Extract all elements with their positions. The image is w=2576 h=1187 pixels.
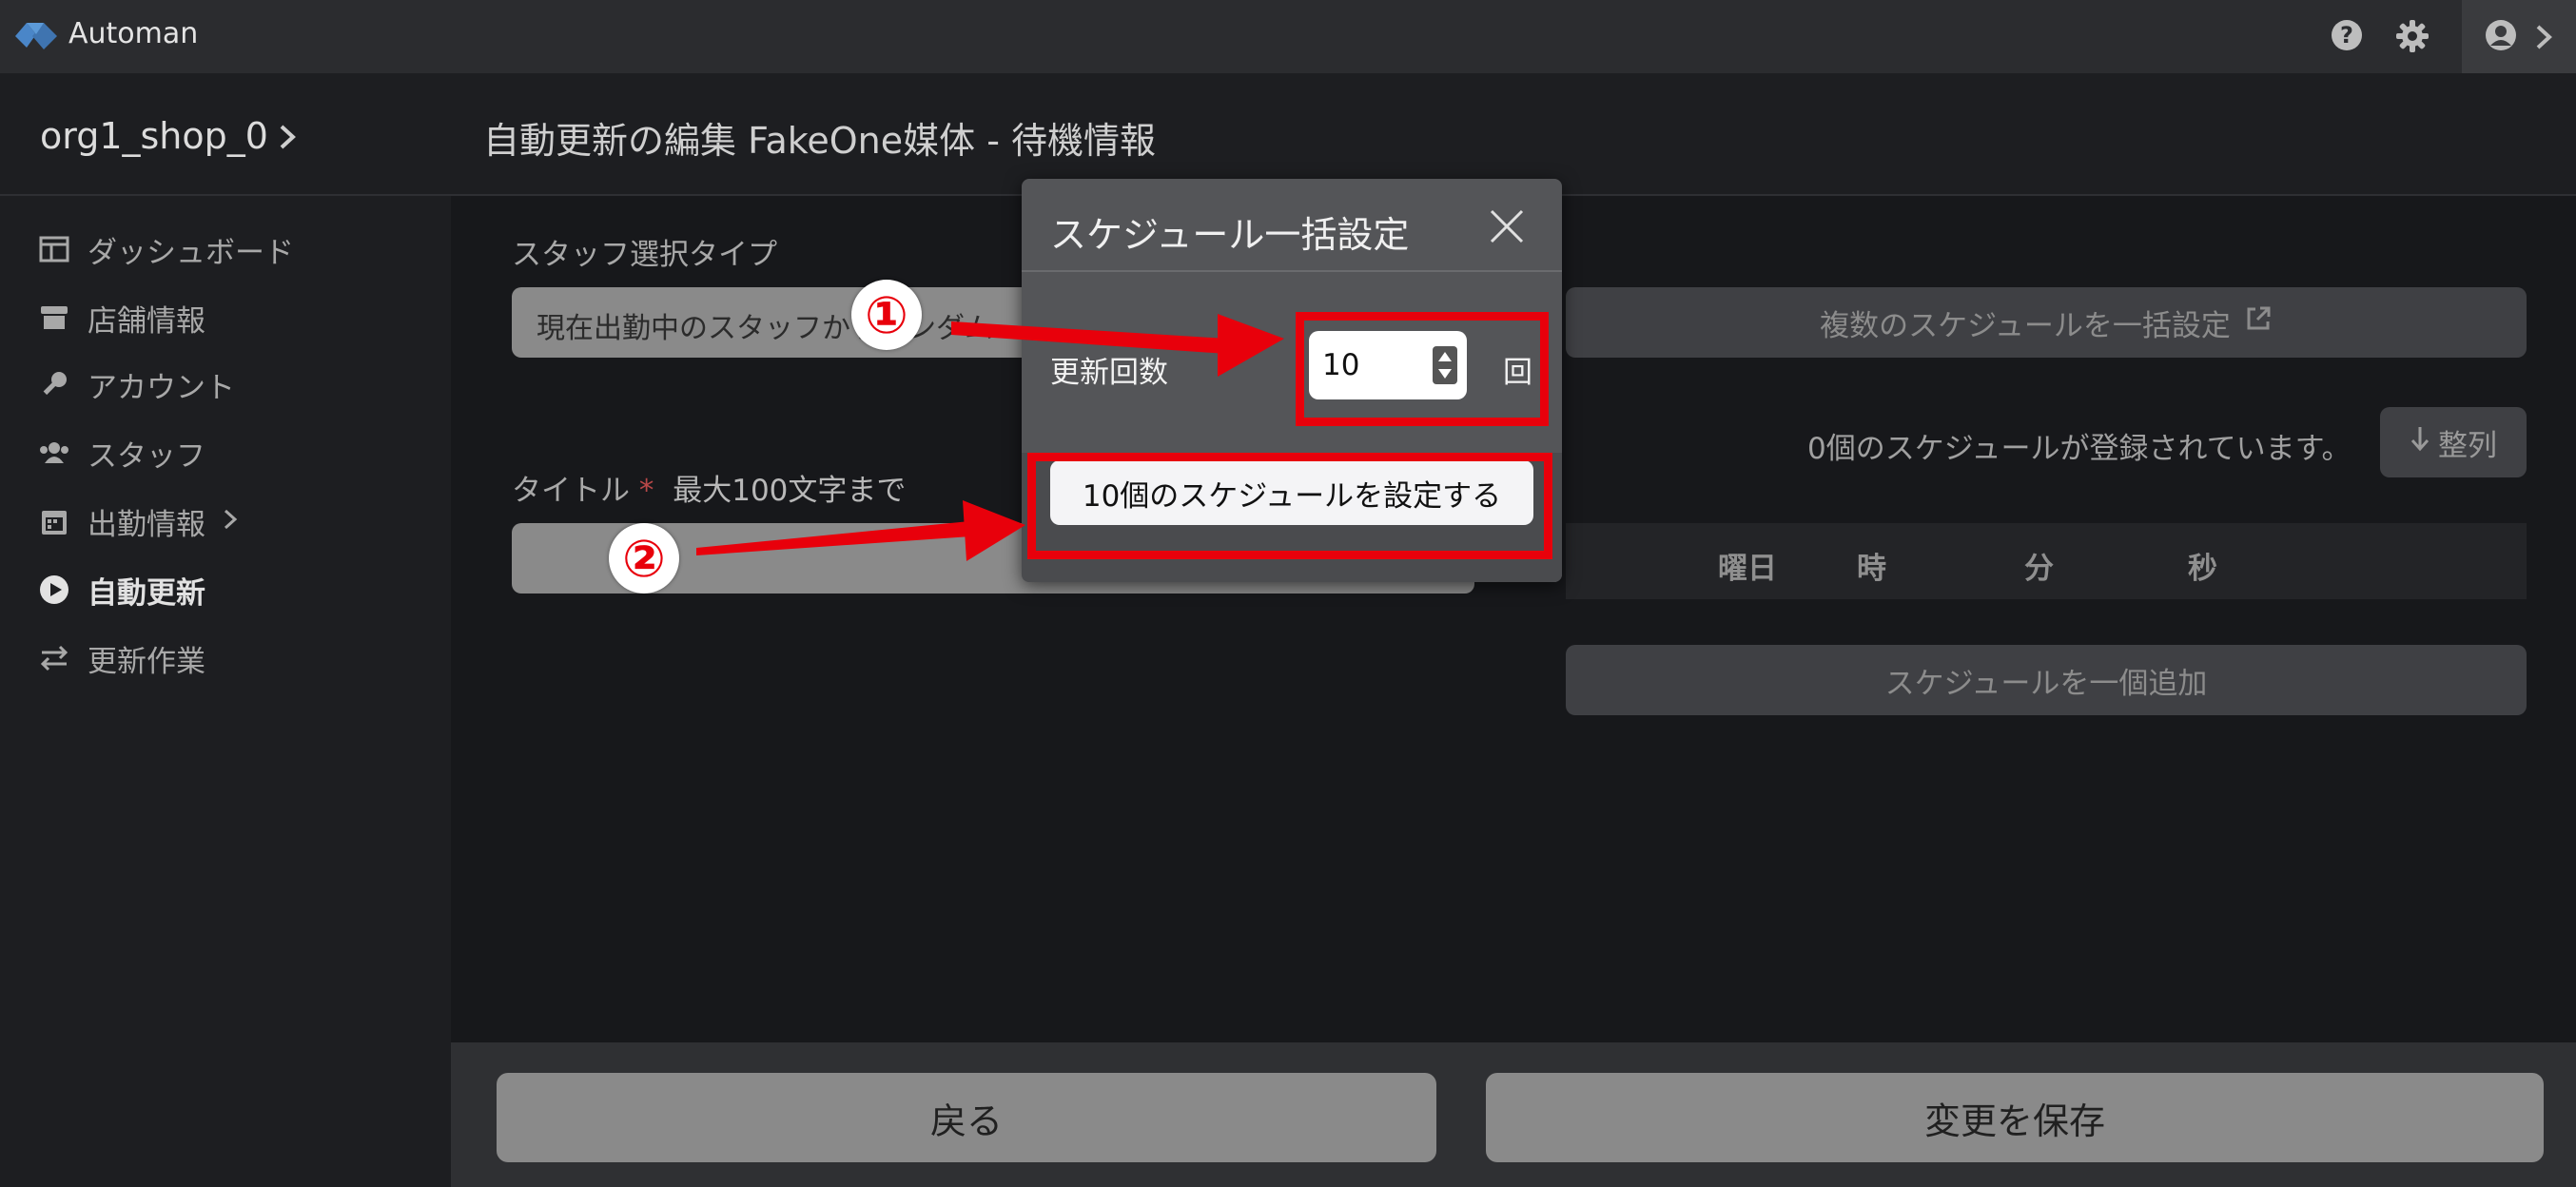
annotation-arrows: [696, 314, 1284, 561]
arrow-2-shaft: [696, 521, 970, 555]
arrow-1-shaft: [951, 321, 1227, 354]
annotation-marker-2: ②: [609, 523, 679, 594]
arrow-1-head: [1218, 314, 1284, 377]
annotation-marker-1: ①: [851, 280, 922, 350]
arrow-2-head: [963, 500, 1025, 561]
